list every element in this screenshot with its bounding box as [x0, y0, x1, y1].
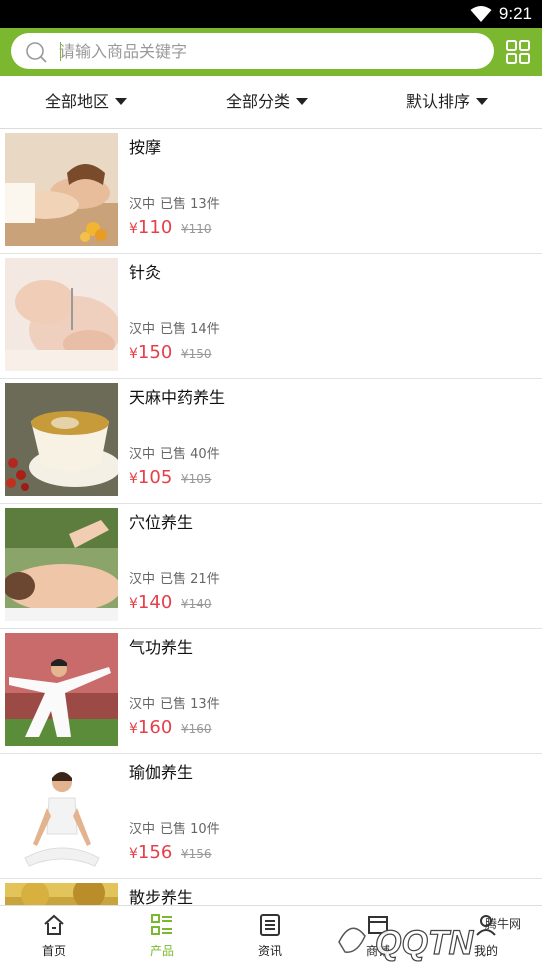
list-item[interactable]: 气功养生 汉中 已售 13件 ¥160 ¥160 [0, 629, 542, 754]
currency-symbol: ¥ [129, 471, 138, 487]
product-region: 汉中 [129, 572, 156, 587]
search-header [0, 28, 542, 76]
original-price: ¥156 [181, 847, 212, 861]
currency-symbol: ¥ [129, 846, 138, 862]
price-value: 140 [137, 592, 173, 613]
original-price: ¥110 [181, 222, 212, 236]
product-name: 天麻中药养生 [129, 388, 226, 407]
product-name: 气功养生 [129, 638, 194, 657]
product-region: 汉中 [129, 197, 156, 212]
price-value: 160 [137, 717, 173, 738]
currency-symbol: ¥ [129, 221, 138, 237]
search-box[interactable] [11, 33, 494, 69]
product-sold: 已售 13件 [160, 197, 220, 212]
search-icon [26, 42, 47, 63]
product-region: 汉中 [129, 322, 156, 337]
news-icon [260, 914, 280, 936]
product-list: 按摩 汉中 已售 13件 ¥110 ¥110 针灸 汉中 已售 14件 ¥150 ¥… [0, 129, 542, 905]
filter-region-label: 全部地区 [45, 92, 110, 111]
tab-home-label: 首页 [41, 944, 66, 958]
product-sold: 已售 13件 [160, 697, 220, 712]
product-image-herbal-soup [5, 383, 118, 496]
tab-news-label: 资讯 [257, 944, 282, 958]
tab-products-label: 产品 [149, 944, 174, 958]
filter-category[interactable]: 全部分类 [226, 76, 309, 128]
product-image-acupoint [5, 508, 118, 621]
product-price: ¥160 [129, 717, 172, 738]
product-list-icon [151, 914, 172, 935]
original-price: ¥140 [181, 597, 212, 611]
wifi-icon [470, 6, 492, 22]
product-name: 散步养生 [129, 888, 194, 905]
filter-category-label: 全部分类 [226, 92, 291, 111]
filter-region[interactable]: 全部地区 [45, 76, 128, 128]
product-sold: 已售 40件 [160, 447, 220, 462]
product-image-walking [5, 883, 118, 905]
product-image-massage [5, 133, 118, 246]
dropdown-arrow-icon [296, 98, 309, 105]
currency-symbol: ¥ [129, 346, 138, 362]
tab-products[interactable]: 产品 [108, 906, 216, 965]
grid-view-icon[interactable] [505, 39, 531, 65]
watermark-logo: QQTN 腾牛网 [338, 916, 521, 962]
product-sold: 已售 14件 [160, 322, 220, 337]
tab-home[interactable]: 首页 [0, 906, 108, 965]
list-item[interactable]: 瑜伽养生 汉中 已售 10件 ¥156 ¥156 [0, 754, 542, 879]
price-value: 156 [137, 842, 173, 863]
price-value: 105 [137, 467, 173, 488]
product-meta: 汉中 已售 40件 [129, 443, 225, 462]
status-bar: 9:21 [0, 0, 542, 28]
product-sold: 已售 10件 [160, 822, 220, 837]
product-name: 穴位养生 [129, 513, 194, 532]
price-value: 150 [137, 342, 173, 363]
list-item[interactable]: 散步养生 [0, 879, 542, 905]
product-image-qigong [5, 633, 118, 746]
tab-news[interactable]: 资讯 [216, 906, 324, 965]
product-meta: 汉中 已售 21件 [129, 568, 225, 587]
original-price: ¥150 [181, 347, 212, 361]
product-region: 汉中 [129, 822, 156, 837]
product-name: 瑜伽养生 [129, 763, 194, 782]
product-sold: 已售 21件 [160, 572, 220, 587]
list-item[interactable]: 天麻中药养生 汉中 已售 40件 ¥105 ¥105 [0, 379, 542, 504]
currency-symbol: ¥ [129, 721, 138, 737]
dropdown-arrow-icon [476, 98, 489, 105]
list-item[interactable]: 针灸 汉中 已售 14件 ¥150 ¥150 [0, 254, 542, 379]
filter-bar: 全部地区 全部分类 默认排序 [0, 76, 542, 129]
dropdown-arrow-icon [115, 98, 128, 105]
original-price: ¥105 [181, 472, 212, 486]
price-value: 110 [137, 217, 173, 238]
product-price: ¥140 [129, 592, 172, 613]
product-price: ¥110 [129, 217, 172, 238]
watermark-text: QQTN [375, 924, 475, 962]
product-price: ¥150 [129, 342, 172, 363]
list-item[interactable]: 按摩 汉中 已售 13件 ¥110 ¥110 [0, 129, 542, 254]
product-meta: 汉中 已售 14件 [129, 318, 225, 337]
watermark-subtext: 腾牛网 [485, 916, 521, 931]
product-image-yoga [5, 758, 118, 871]
product-meta: 汉中 已售 13件 [129, 193, 225, 212]
filter-sort-label: 默认排序 [406, 92, 471, 111]
original-price: ¥160 [181, 722, 212, 736]
filter-sort[interactable]: 默认排序 [406, 76, 489, 128]
status-time: 9:21 [498, 4, 532, 23]
product-price: ¥105 [129, 467, 172, 488]
product-name: 按摩 [129, 138, 162, 157]
product-region: 汉中 [129, 447, 156, 462]
product-price: ¥156 [129, 842, 172, 863]
currency-symbol: ¥ [129, 596, 138, 612]
search-input[interactable] [59, 33, 479, 69]
product-meta: 汉中 已售 10件 [129, 818, 225, 837]
product-meta: 汉中 已售 13件 [129, 693, 225, 712]
home-icon [44, 914, 64, 935]
product-name: 针灸 [129, 263, 162, 282]
product-image-acupuncture [5, 258, 118, 371]
product-region: 汉中 [129, 697, 156, 712]
list-item[interactable]: 穴位养生 汉中 已售 21件 ¥140 ¥140 [0, 504, 542, 629]
